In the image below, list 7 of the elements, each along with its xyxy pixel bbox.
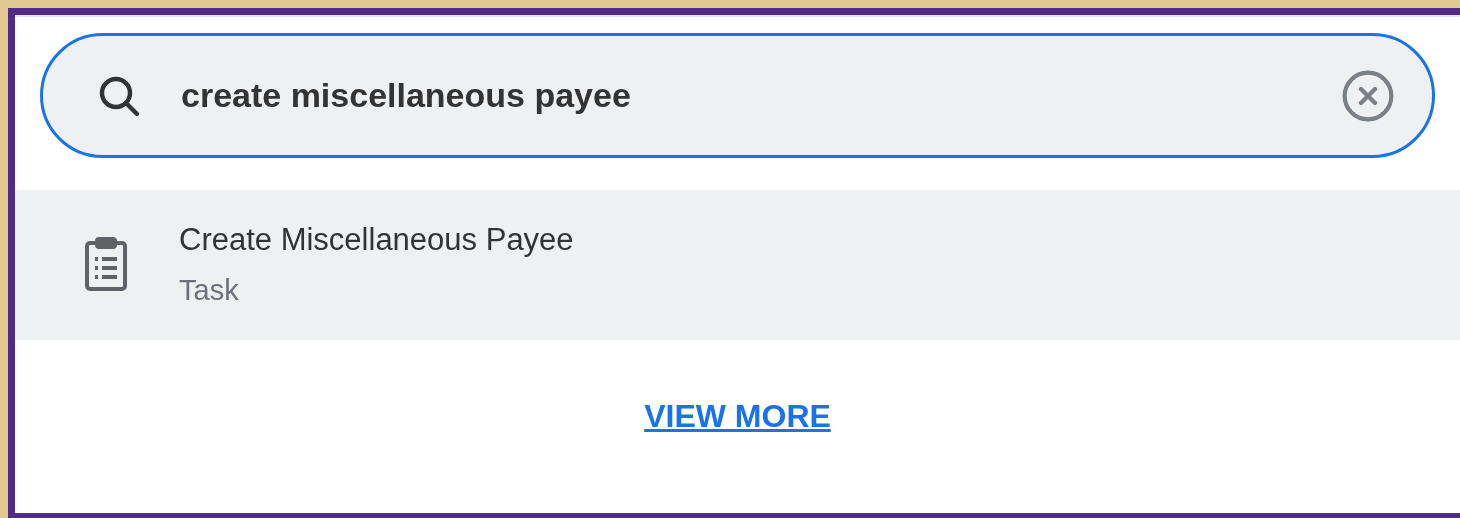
result-type: Task: [179, 273, 240, 308]
search-field[interactable]: create miscellaneous payee: [40, 33, 1435, 158]
clipboard-icon: [83, 237, 129, 293]
result-item[interactable]: Create Miscellaneous Payee Task: [15, 190, 1460, 340]
view-more-link[interactable]: VIEW MORE: [644, 392, 831, 440]
result-title: Create Miscellaneous Payee: [179, 221, 574, 259]
search-query: create miscellaneous payee: [181, 75, 632, 116]
